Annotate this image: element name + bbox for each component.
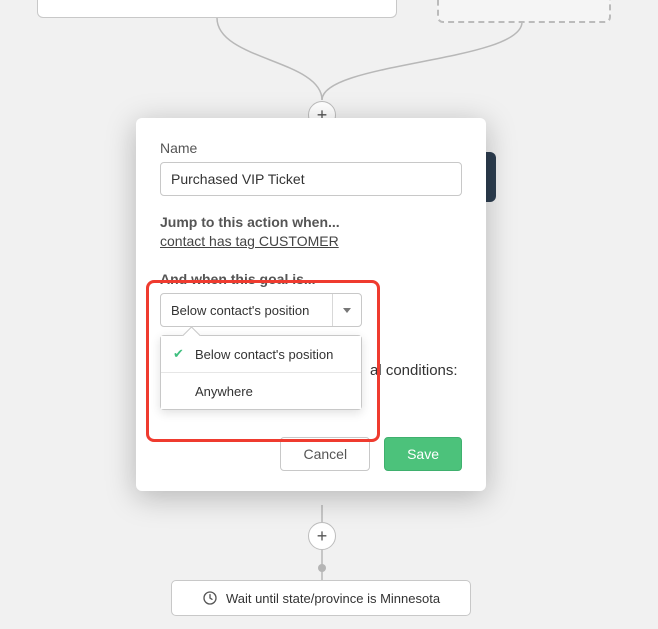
dropdown-option-label: Below contact's position bbox=[195, 347, 333, 362]
condition-link[interactable]: contact has tag CUSTOMER bbox=[160, 233, 339, 249]
check-icon: ✔ bbox=[173, 346, 187, 362]
flow-node-box-right-dashed[interactable] bbox=[437, 0, 611, 23]
cancel-button[interactable]: Cancel bbox=[280, 437, 370, 471]
dropdown-option-anywhere[interactable]: ✔ Anywhere bbox=[161, 372, 361, 409]
wait-condition-card[interactable]: Wait until state/province is Minnesota bbox=[171, 580, 471, 616]
plus-icon: + bbox=[317, 526, 328, 547]
connector-dot bbox=[318, 564, 326, 572]
clock-icon bbox=[202, 590, 218, 606]
dropdown-option-label: Anywhere bbox=[195, 384, 253, 399]
goal-position-dropdown: ✔ Below contact's position ✔ Anywhere bbox=[160, 335, 362, 410]
partial-obscured-text: al conditions: bbox=[370, 362, 458, 379]
select-caret-wrap bbox=[332, 294, 351, 326]
save-button[interactable]: Save bbox=[384, 437, 462, 471]
wait-card-label: Wait until state/province is Minnesota bbox=[226, 591, 440, 606]
add-step-button-bottom[interactable]: + bbox=[308, 522, 336, 550]
chevron-down-icon bbox=[343, 308, 351, 313]
dropdown-option-below[interactable]: ✔ Below contact's position bbox=[161, 336, 361, 372]
modal-footer: Cancel Save bbox=[160, 437, 462, 471]
select-current-value: Below contact's position bbox=[171, 303, 309, 318]
goal-settings-modal: Name Jump to this action when... contact… bbox=[136, 118, 486, 491]
name-field-label: Name bbox=[160, 140, 462, 156]
goal-name-input[interactable] bbox=[160, 162, 462, 196]
goal-position-heading: And when this goal is... bbox=[160, 271, 462, 287]
flow-node-box-left[interactable] bbox=[37, 0, 397, 18]
goal-position-select[interactable]: Below contact's position bbox=[160, 293, 362, 327]
goal-position-select-wrap: Below contact's position ✔ Below contact… bbox=[160, 293, 362, 327]
jump-condition-heading: Jump to this action when... bbox=[160, 214, 462, 230]
